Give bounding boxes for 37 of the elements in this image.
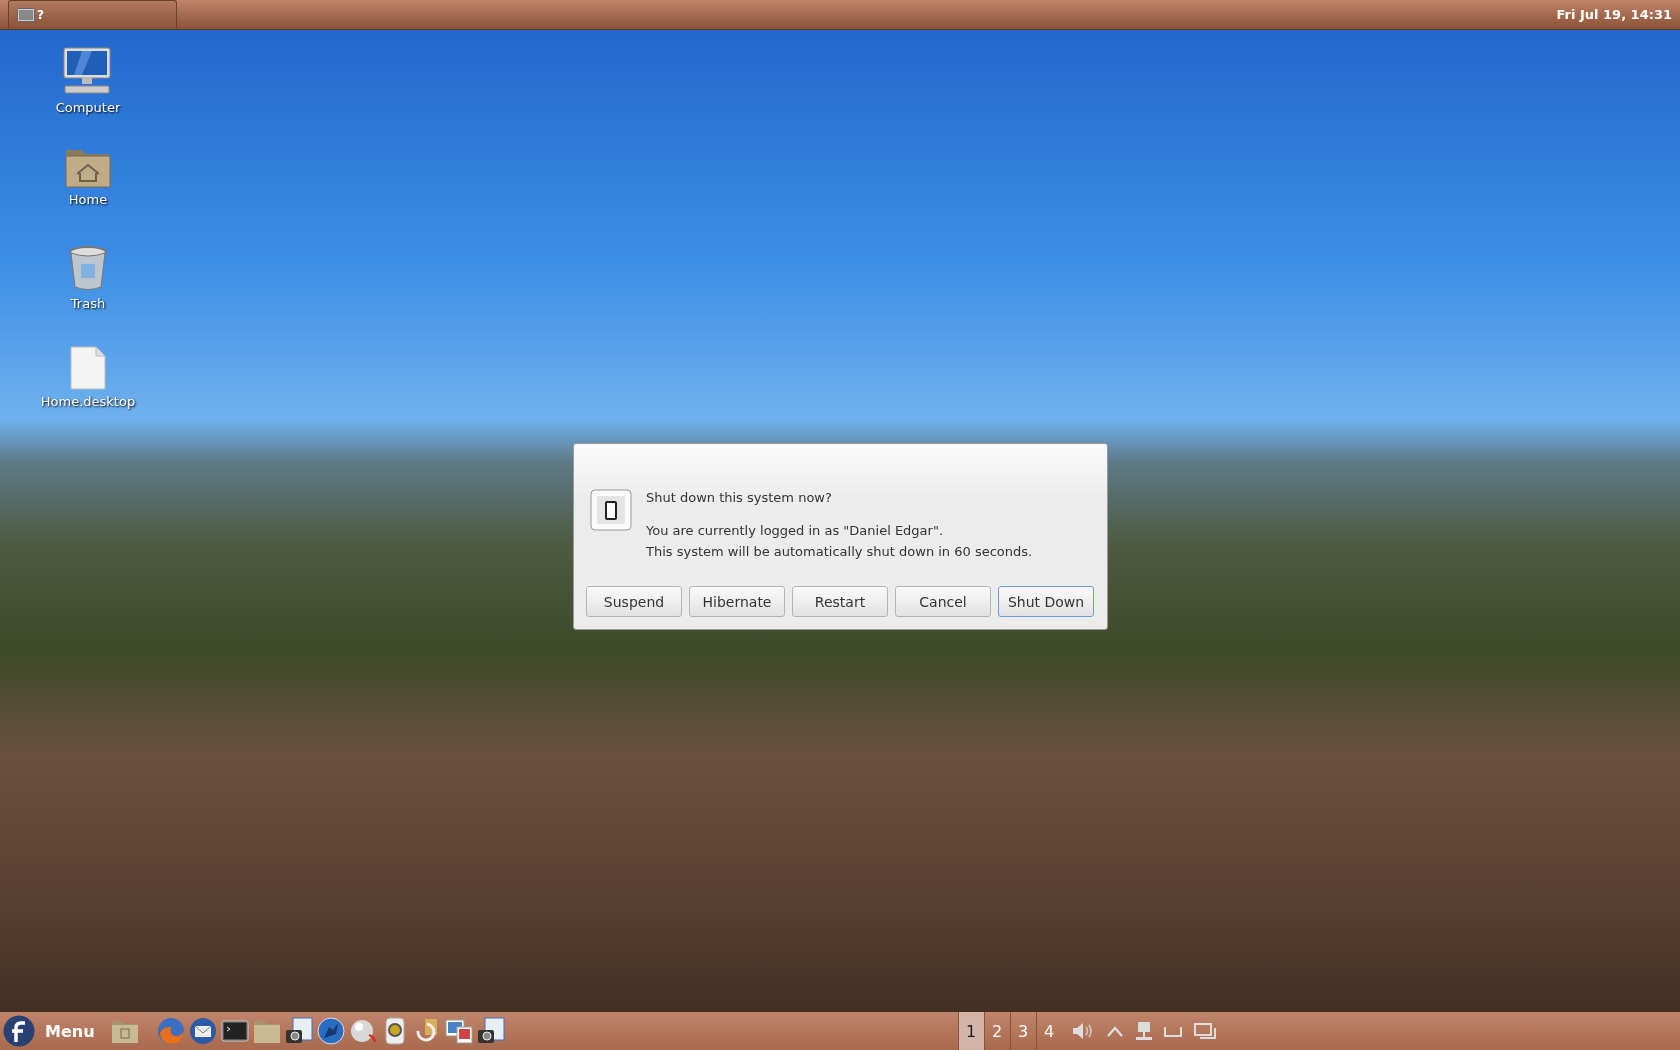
file-icon[interactable] bbox=[70, 346, 106, 390]
wolf-globe-icon[interactable] bbox=[316, 1017, 345, 1045]
monitor-icon bbox=[17, 8, 35, 22]
dialog-button[interactable]: Shut Down bbox=[998, 586, 1094, 617]
workspace-button[interactable]: 3 bbox=[1009, 1012, 1036, 1050]
sphere-icon[interactable] bbox=[348, 1017, 377, 1045]
clock: Fri Jul 19, 14:31 bbox=[1556, 7, 1672, 22]
workspace-button[interactable]: 2 bbox=[983, 1012, 1010, 1050]
power-switch-icon bbox=[590, 489, 632, 531]
workspace-button[interactable]: 1 bbox=[957, 1012, 984, 1050]
photos-icon[interactable] bbox=[444, 1017, 473, 1045]
network-icon[interactable] bbox=[1135, 1021, 1152, 1041]
windows-icon[interactable] bbox=[1193, 1022, 1216, 1040]
bird-globe-icon[interactable] bbox=[188, 1017, 217, 1045]
logo-icon bbox=[3, 1015, 35, 1047]
dialog-button[interactable]: Suspend bbox=[586, 586, 682, 617]
camera-window-icon[interactable] bbox=[284, 1017, 313, 1045]
terminal-icon[interactable] bbox=[220, 1017, 249, 1045]
dialog-message: You are currently logged in as "Daniel Edgar". bbox=[646, 522, 945, 540]
desktop-icon-label[interactable]: Home.desktop bbox=[40, 394, 136, 409]
dialog-button[interactable]: Restart bbox=[792, 586, 888, 617]
computer-icon[interactable] bbox=[62, 46, 114, 96]
bracket-icon[interactable] bbox=[1163, 1025, 1182, 1037]
caret-up-icon[interactable] bbox=[1105, 1025, 1124, 1037]
desktop-icon-label[interactable]: Trash bbox=[70, 296, 106, 311]
speaker-icon[interactable] bbox=[1071, 1022, 1094, 1040]
menu-button[interactable]: Menu bbox=[0, 1015, 95, 1047]
camera-window-icon[interactable] bbox=[476, 1017, 505, 1045]
dialog-message: This system will be automatically shut down in 60 seconds. bbox=[646, 543, 1033, 561]
trash-icon[interactable] bbox=[68, 246, 108, 292]
window-button[interactable]: ? bbox=[8, 0, 177, 29]
dialog-question: Shut down this system now? bbox=[646, 490, 833, 505]
workspace-button[interactable]: 4 bbox=[1035, 1012, 1062, 1050]
dialog-button[interactable]: Hibernate bbox=[689, 586, 785, 617]
dialog-button[interactable]: Cancel bbox=[895, 586, 991, 617]
desktop-icon-label[interactable]: Home bbox=[68, 192, 108, 207]
desktop-icon-label[interactable]: Computer bbox=[55, 100, 121, 115]
